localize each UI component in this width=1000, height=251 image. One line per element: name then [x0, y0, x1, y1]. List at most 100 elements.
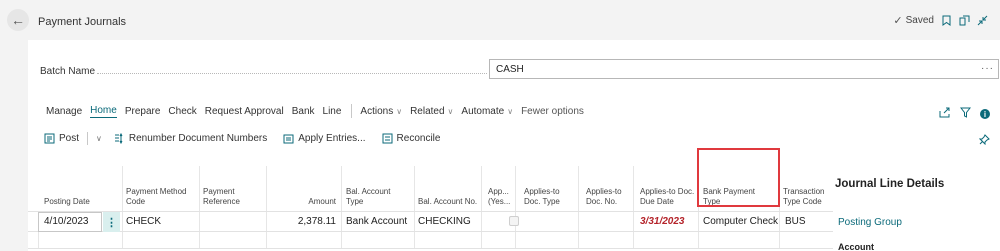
arrow-left-icon: ← [11, 12, 25, 28]
column-divider [122, 232, 123, 248]
col-bal-account-type[interactable]: Bal. Account Type [346, 187, 408, 207]
pin-icon[interactable] [978, 134, 990, 148]
transaction-type-code-value[interactable]: BUS [785, 216, 806, 227]
column-divider [515, 166, 516, 211]
post-icon [44, 133, 55, 144]
saved-status: ✓ Saved [893, 14, 934, 27]
column-divider [481, 166, 482, 211]
filter-icon[interactable] [959, 105, 972, 123]
applies-to-due-date-value: 3/31/2023 [640, 216, 685, 227]
post-label: Post [59, 133, 80, 144]
action-bar: Manage Home Prepare Check Request Approv… [46, 104, 592, 118]
row-actions-kebab-icon[interactable]: ⋮ [103, 212, 120, 232]
column-divider [414, 212, 415, 231]
batch-name-label: Batch Name [40, 66, 96, 77]
reconcile-button[interactable]: Reconcile [382, 133, 441, 144]
reconcile-label: Reconcile [396, 133, 441, 144]
menu-automate[interactable]: Automate ∨ [461, 106, 513, 117]
fewer-options-link[interactable]: Fewer options [521, 106, 584, 117]
lookup-more-button[interactable]: ··· [981, 63, 994, 74]
chevron-down-icon: ∨ [447, 106, 454, 116]
payment-method-code-value[interactable]: CHECK [126, 216, 161, 227]
column-divider [578, 232, 579, 248]
column-divider [341, 212, 342, 231]
column-divider [199, 166, 200, 211]
bookmark-icon[interactable] [941, 15, 952, 26]
col-bal-account-no[interactable]: Bal. Account No. [418, 197, 478, 207]
column-divider [414, 166, 415, 211]
bank-payment-type-highlight [697, 148, 780, 207]
collapse-icon[interactable] [977, 15, 988, 26]
share-icon[interactable] [939, 105, 951, 123]
column-divider [578, 212, 579, 231]
column-divider [515, 232, 516, 248]
menu-related-label: Related [410, 105, 445, 117]
column-divider [481, 212, 482, 231]
column-divider [122, 212, 123, 231]
bal-account-no-value[interactable]: CHECKING [418, 216, 471, 227]
column-divider [414, 232, 415, 248]
header-status: ✓ Saved [893, 14, 988, 27]
post-divider [87, 132, 89, 145]
col-posting-date[interactable]: Posting Date [44, 197, 90, 207]
applies-to-id-checkbox[interactable] [509, 216, 519, 226]
command-row: Post ∨ Renumber Document Numbers Apply E… [44, 132, 456, 145]
details-title: Journal Line Details [835, 178, 945, 190]
reconcile-icon [382, 133, 393, 144]
col-payment-method-code[interactable]: Payment Method Code [126, 187, 194, 207]
action-bar-tools: i [939, 105, 990, 123]
tab-line[interactable]: Line [323, 106, 342, 117]
page: ← Payment Journals ✓ Saved Batch Name CA… [0, 0, 1000, 251]
tab-home[interactable]: Home [90, 105, 117, 118]
posting-date-value: 4/10/2023 [44, 216, 89, 227]
col-amount[interactable]: Amount [270, 197, 336, 207]
apply-entries-button[interactable]: Apply Entries... [283, 133, 366, 144]
col-applies-to-id[interactable]: App... (Yes... [488, 187, 514, 207]
col-applies-to-doc-type[interactable]: Applies-to Doc. Type [524, 187, 576, 207]
open-new-window-icon[interactable] [959, 15, 970, 26]
column-divider [698, 212, 699, 231]
saved-label: Saved [905, 15, 934, 26]
menu-automate-label: Automate [461, 105, 505, 117]
posting-group-link[interactable]: Posting Group [838, 217, 902, 228]
table-row[interactable]: → 4/10/2023 ⋮ CHECK 2,378.11 Bank Accoun… [28, 212, 833, 232]
tab-prepare[interactable]: Prepare [125, 106, 161, 117]
menu-related[interactable]: Related ∨ [410, 106, 453, 117]
tab-manage[interactable]: Manage [46, 106, 82, 117]
post-button[interactable]: Post [44, 133, 79, 144]
account-section-label: Account [838, 242, 874, 251]
column-divider [633, 166, 634, 211]
column-divider [779, 212, 780, 231]
column-divider [199, 232, 200, 248]
post-dropdown-icon[interactable]: ∨ [96, 134, 102, 143]
back-button[interactable]: ← [7, 9, 29, 31]
col-payment-reference[interactable]: Payment Reference [203, 187, 259, 207]
column-divider [341, 232, 342, 248]
table-row-empty[interactable] [28, 232, 833, 249]
column-divider [698, 232, 699, 248]
bal-account-type-value[interactable]: Bank Account [346, 216, 407, 227]
tab-request-approval[interactable]: Request Approval [205, 106, 284, 117]
chevron-down-icon: ∨ [396, 106, 403, 116]
bank-payment-type-value[interactable]: Computer Check [703, 216, 778, 227]
amount-value[interactable]: 2,378.11 [270, 216, 336, 227]
batch-name-leader [97, 65, 487, 74]
col-applies-to-doc-no[interactable]: Applies-to Doc. No. [586, 187, 632, 207]
action-bar-divider [351, 104, 353, 118]
renumber-icon [114, 133, 125, 144]
column-divider [341, 166, 342, 211]
column-divider [578, 166, 579, 211]
batch-name-input[interactable]: CASH ··· [489, 59, 999, 79]
col-transaction-type-code[interactable]: Transaction Type Code [783, 187, 833, 207]
tab-bank[interactable]: Bank [292, 106, 315, 117]
column-divider [266, 166, 267, 211]
info-icon[interactable]: i [980, 109, 990, 119]
col-applies-to-due-date[interactable]: Applies-to Doc. Due Date [640, 187, 696, 207]
tab-check[interactable]: Check [168, 106, 196, 117]
menu-actions[interactable]: Actions ∨ [360, 106, 402, 117]
renumber-label: Renumber Document Numbers [128, 133, 268, 144]
renumber-document-numbers-button[interactable]: Renumber Document Numbers [114, 133, 267, 144]
column-divider [266, 212, 267, 231]
column-divider [266, 232, 267, 248]
column-divider [633, 212, 634, 231]
